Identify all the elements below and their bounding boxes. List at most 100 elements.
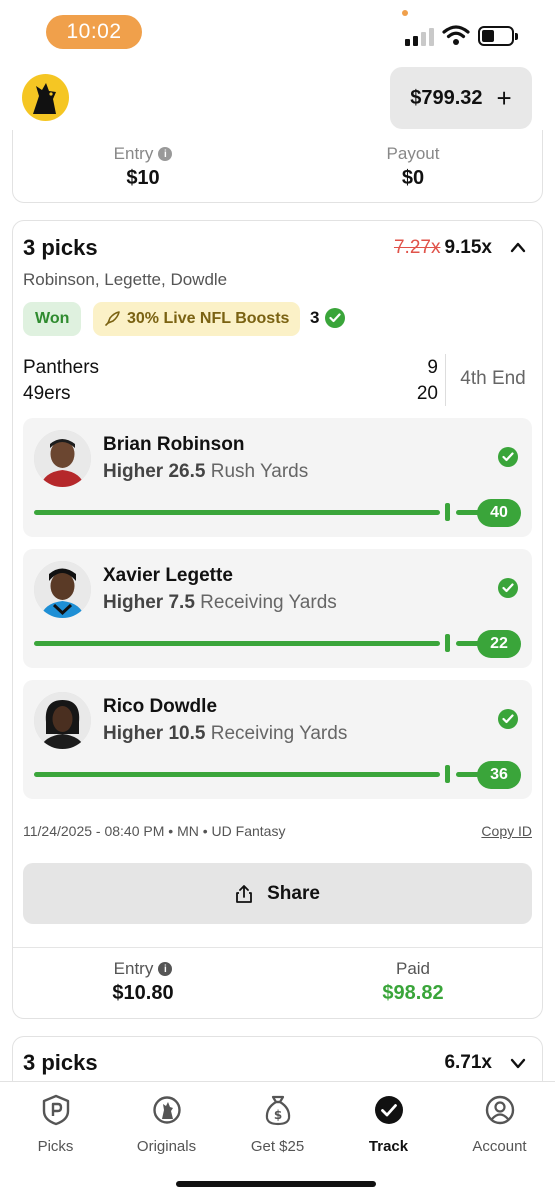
pick-stat: Receiving Yards	[200, 592, 337, 613]
tab-track[interactable]: Track	[333, 1092, 444, 1155]
pick-row-rico-dowdle[interactable]: Rico Dowdle Higher 10.5 Receiving Yards …	[23, 680, 532, 799]
progress-bar	[34, 772, 440, 777]
pick-line: Higher 7.5 Receiving Yards	[103, 592, 337, 614]
pick-check-icon	[498, 578, 518, 598]
picks-icon	[42, 1094, 69, 1126]
pick-direction: Higher	[103, 592, 164, 613]
progress-bar	[34, 641, 440, 646]
score-49ers: 20	[416, 383, 438, 404]
entry-label: Entry	[113, 959, 154, 978]
info-icon[interactable]: i	[158, 962, 173, 976]
result-value-pill: 36	[477, 761, 521, 789]
chevron-up-icon[interactable]	[510, 241, 526, 253]
home-indicator[interactable]	[176, 1181, 376, 1187]
track-check-icon	[374, 1096, 403, 1124]
pick-row-brian-robinson[interactable]: Brian Robinson Higher 26.5 Rush Yards 40	[23, 418, 532, 537]
cellular-signal-icon	[405, 26, 434, 46]
pick-line: Higher 26.5 Rush Yards	[103, 461, 308, 483]
entry-value: $10	[126, 167, 160, 189]
tab-label: Originals	[136, 1138, 197, 1155]
new-multiplier: 9.15x	[444, 237, 492, 258]
plus-icon: +	[496, 82, 512, 113]
payout-label: Payout	[386, 144, 440, 163]
game-score-row: Panthers 9 49ers 20 4th End	[23, 354, 531, 410]
tab-originals[interactable]: Originals	[111, 1092, 222, 1155]
previous-entry-amount: Entry i $10	[13, 144, 273, 190]
share-button[interactable]: Share	[23, 863, 532, 924]
boost-badge[interactable]: 30% Live NFL Boosts	[93, 302, 301, 336]
tab-label: Account	[472, 1138, 527, 1155]
status-time: 10:02	[46, 15, 142, 49]
result-value-pill: 40	[477, 499, 521, 527]
entry-meta: 11/24/2025 - 08:40 PM • MN • UD Fantasy	[23, 823, 286, 839]
copy-id-link[interactable]: Copy ID	[481, 823, 532, 839]
tab-label: Track	[368, 1138, 409, 1155]
score-panthers: 9	[427, 357, 438, 378]
rocket-icon	[105, 311, 120, 326]
account-icon	[485, 1095, 514, 1125]
pick-line-value: 7.5	[168, 592, 195, 613]
previous-entry-card[interactable]: Entry i $10 Payout $0	[12, 130, 543, 203]
pick-stat: Rush Yards	[210, 461, 309, 482]
svg-text:$: $	[273, 1108, 281, 1122]
balance-amount: $799.32	[410, 86, 483, 109]
player-name: Brian Robinson	[103, 434, 245, 455]
underdog-logo-icon[interactable]	[22, 74, 69, 121]
money-bag-icon: $	[265, 1095, 290, 1126]
player-name: Xavier Legette	[103, 565, 233, 586]
balance-add-funds-button[interactable]: $799.32 +	[390, 67, 532, 129]
entry-card: 3 picks 7.27x 9.15x Robinson, Legette, D…	[12, 220, 543, 1019]
multiplier: 7.27x 9.15x	[394, 237, 492, 259]
tab-picks[interactable]: Picks	[0, 1092, 111, 1155]
check-circle-icon	[325, 308, 346, 328]
share-label: Share	[267, 882, 320, 904]
paid-amount: Paid $98.82	[283, 959, 543, 1005]
pick-check-icon	[498, 709, 518, 729]
share-icon	[236, 884, 252, 903]
line-marker	[445, 634, 450, 652]
pick-line-value: 10.5	[168, 723, 206, 744]
pick-direction: Higher	[103, 723, 164, 744]
privacy-indicator-dot	[402, 10, 408, 16]
tab-get-25[interactable]: $ Get $25	[222, 1092, 333, 1155]
next-multiplier: 6.71x	[444, 1052, 492, 1073]
correct-count-value: 3	[310, 308, 320, 327]
progress-bar	[34, 510, 440, 515]
chevron-down-icon[interactable]	[510, 1057, 526, 1069]
info-icon[interactable]: i	[158, 147, 173, 161]
player-headshot-avatar	[34, 561, 91, 618]
tab-label: Get $25	[250, 1138, 305, 1155]
wifi-icon	[442, 25, 470, 45]
line-marker	[445, 765, 450, 783]
previous-payout-amount: Payout $0	[283, 144, 543, 190]
player-headshot-avatar	[34, 692, 91, 749]
team-panthers: Panthers	[23, 357, 100, 378]
status-bar: 10:02	[0, 0, 555, 66]
pick-line: Higher 10.5 Receiving Yards	[103, 723, 347, 745]
next-entry-title: 3 picks	[23, 1050, 98, 1075]
team-49ers: 49ers	[23, 383, 71, 404]
payout-value: $0	[401, 167, 425, 189]
originals-icon	[152, 1096, 181, 1124]
entry-label: Entry	[113, 144, 154, 163]
pick-row-xavier-legette[interactable]: Xavier Legette Higher 7.5 Receiving Yard…	[23, 549, 532, 668]
paid-label: Paid	[395, 959, 431, 978]
paid-value: $98.82	[382, 982, 444, 1004]
score-divider	[445, 354, 446, 406]
pick-check-icon	[498, 447, 518, 467]
tab-label: Picks	[37, 1138, 74, 1155]
card-divider	[13, 947, 542, 948]
entry-title: 3 picks	[23, 235, 98, 260]
game-period: 4th End	[460, 368, 526, 389]
pick-stat: Receiving Yards	[210, 723, 348, 744]
old-multiplier: 7.27x	[393, 237, 441, 258]
player-headshot-avatar	[34, 430, 91, 487]
entry-players: Robinson, Legette, Dowdle	[23, 270, 228, 289]
won-status-badge: Won	[23, 302, 82, 336]
entry-value: $10.80	[112, 982, 174, 1004]
entry-amount: Entry i $10.80	[13, 959, 273, 1005]
boost-label: 30% Live NFL Boosts	[127, 310, 290, 327]
tab-account[interactable]: Account	[444, 1092, 555, 1155]
player-name: Rico Dowdle	[103, 696, 218, 717]
correct-picks-count: 3	[310, 308, 346, 328]
